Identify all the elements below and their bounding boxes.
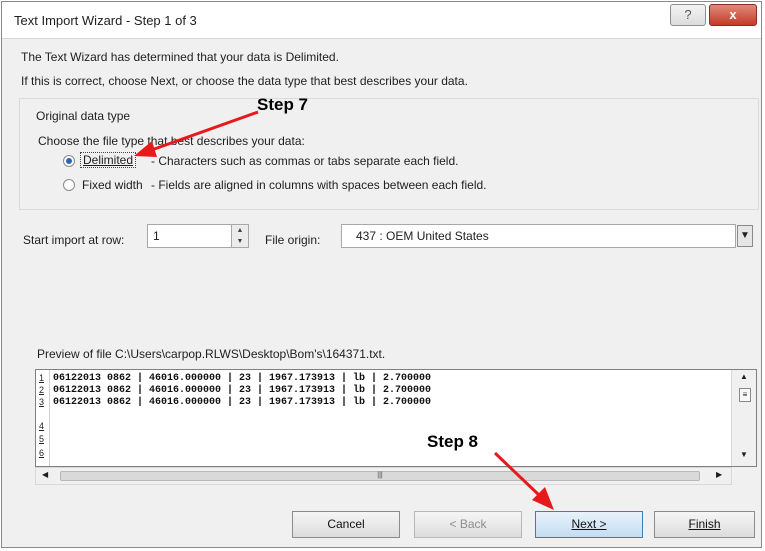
step-8-arrow-icon: [493, 451, 542, 498]
step-7-arrow-icon: [145, 110, 259, 154]
step-7-arrowhead-icon: [134, 141, 157, 157]
annotation-arrows: [134, 110, 554, 510]
